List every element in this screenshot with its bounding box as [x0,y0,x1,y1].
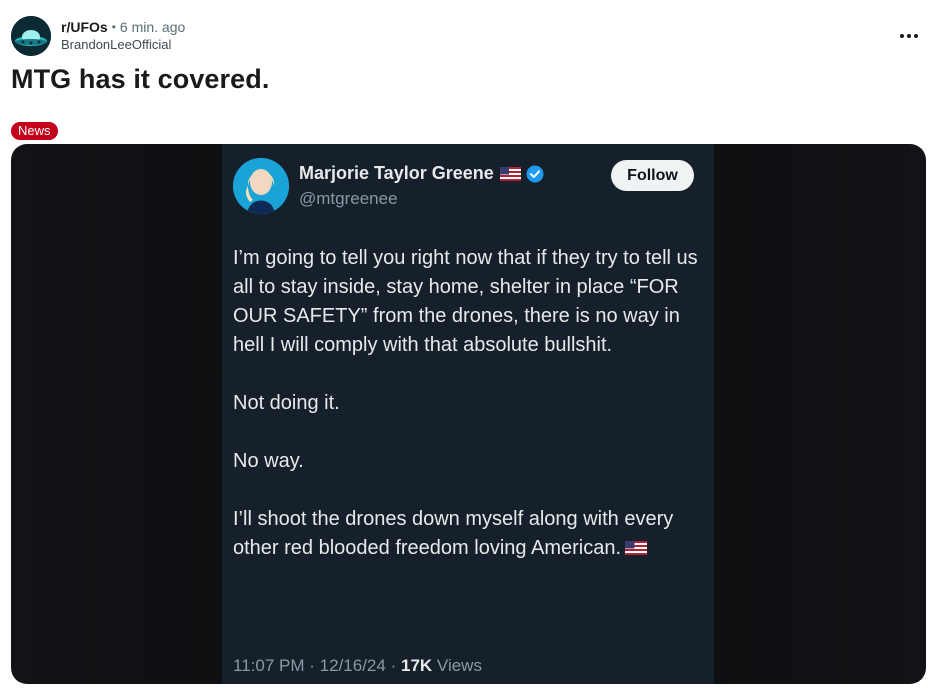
tweet-avatar [233,158,289,214]
tweet-paragraph: Not doing it. [233,392,340,414]
tweet-paragraph: I’m going to tell you right now that if … [233,247,698,356]
profile-photo-icon [233,158,289,214]
us-flag-icon [625,541,648,555]
tweet-author-name: Marjorie Taylor Greene [299,163,494,183]
tweet-date: 12/16/24 [319,656,386,675]
tweet-views-label: Views [436,656,482,675]
follow-button: Follow [611,160,694,191]
tweet-dot: · [390,656,397,675]
post-media[interactable]: Marjorie Taylor Greene @mtgreenee Follow [11,144,926,684]
tweet-dot: · [309,656,315,675]
verified-badge-icon [526,165,544,182]
tweet-paragraph-last: I’ll shoot the drones down myself along … [233,505,708,563]
tweet-screenshot: Marjorie Taylor Greene @mtgreenee Follow [222,144,714,684]
tweet-paragraph-text: I’ll shoot the drones down myself along … [233,508,674,559]
post-header: r/UFOs • 6 min. ago BrandonLeeOfficial [11,16,185,56]
post-meta: r/UFOs • 6 min. ago BrandonLeeOfficial [61,18,185,54]
subreddit-name[interactable]: r/UFOs [61,18,108,36]
post-flair[interactable]: News [11,122,58,140]
post-title[interactable]: MTG has it covered. [11,64,269,95]
us-flag-icon [499,166,521,181]
tweet-views-count: 17K [400,656,433,675]
reddit-post: r/UFOs • 6 min. ago BrandonLeeOfficial M… [0,0,931,690]
tweet-footer: 11:07 PM · 12/16/24 · 17K Views [233,656,482,676]
meta-separator: • [111,20,116,34]
tweet-handle: @mtgreenee [299,189,398,208]
post-time: 6 min. ago [119,19,186,35]
subreddit-avatar[interactable] [11,16,51,56]
more-horizontal-icon [900,34,904,38]
ufo-icon [11,16,51,56]
tweet-body: I’m going to tell you right now that if … [233,244,708,563]
tweet-time: 11:07 PM [233,656,305,675]
tweet-paragraph: No way. [233,450,304,472]
more-options-button[interactable] [895,24,923,48]
post-author[interactable]: BrandonLeeOfficial [61,36,185,54]
